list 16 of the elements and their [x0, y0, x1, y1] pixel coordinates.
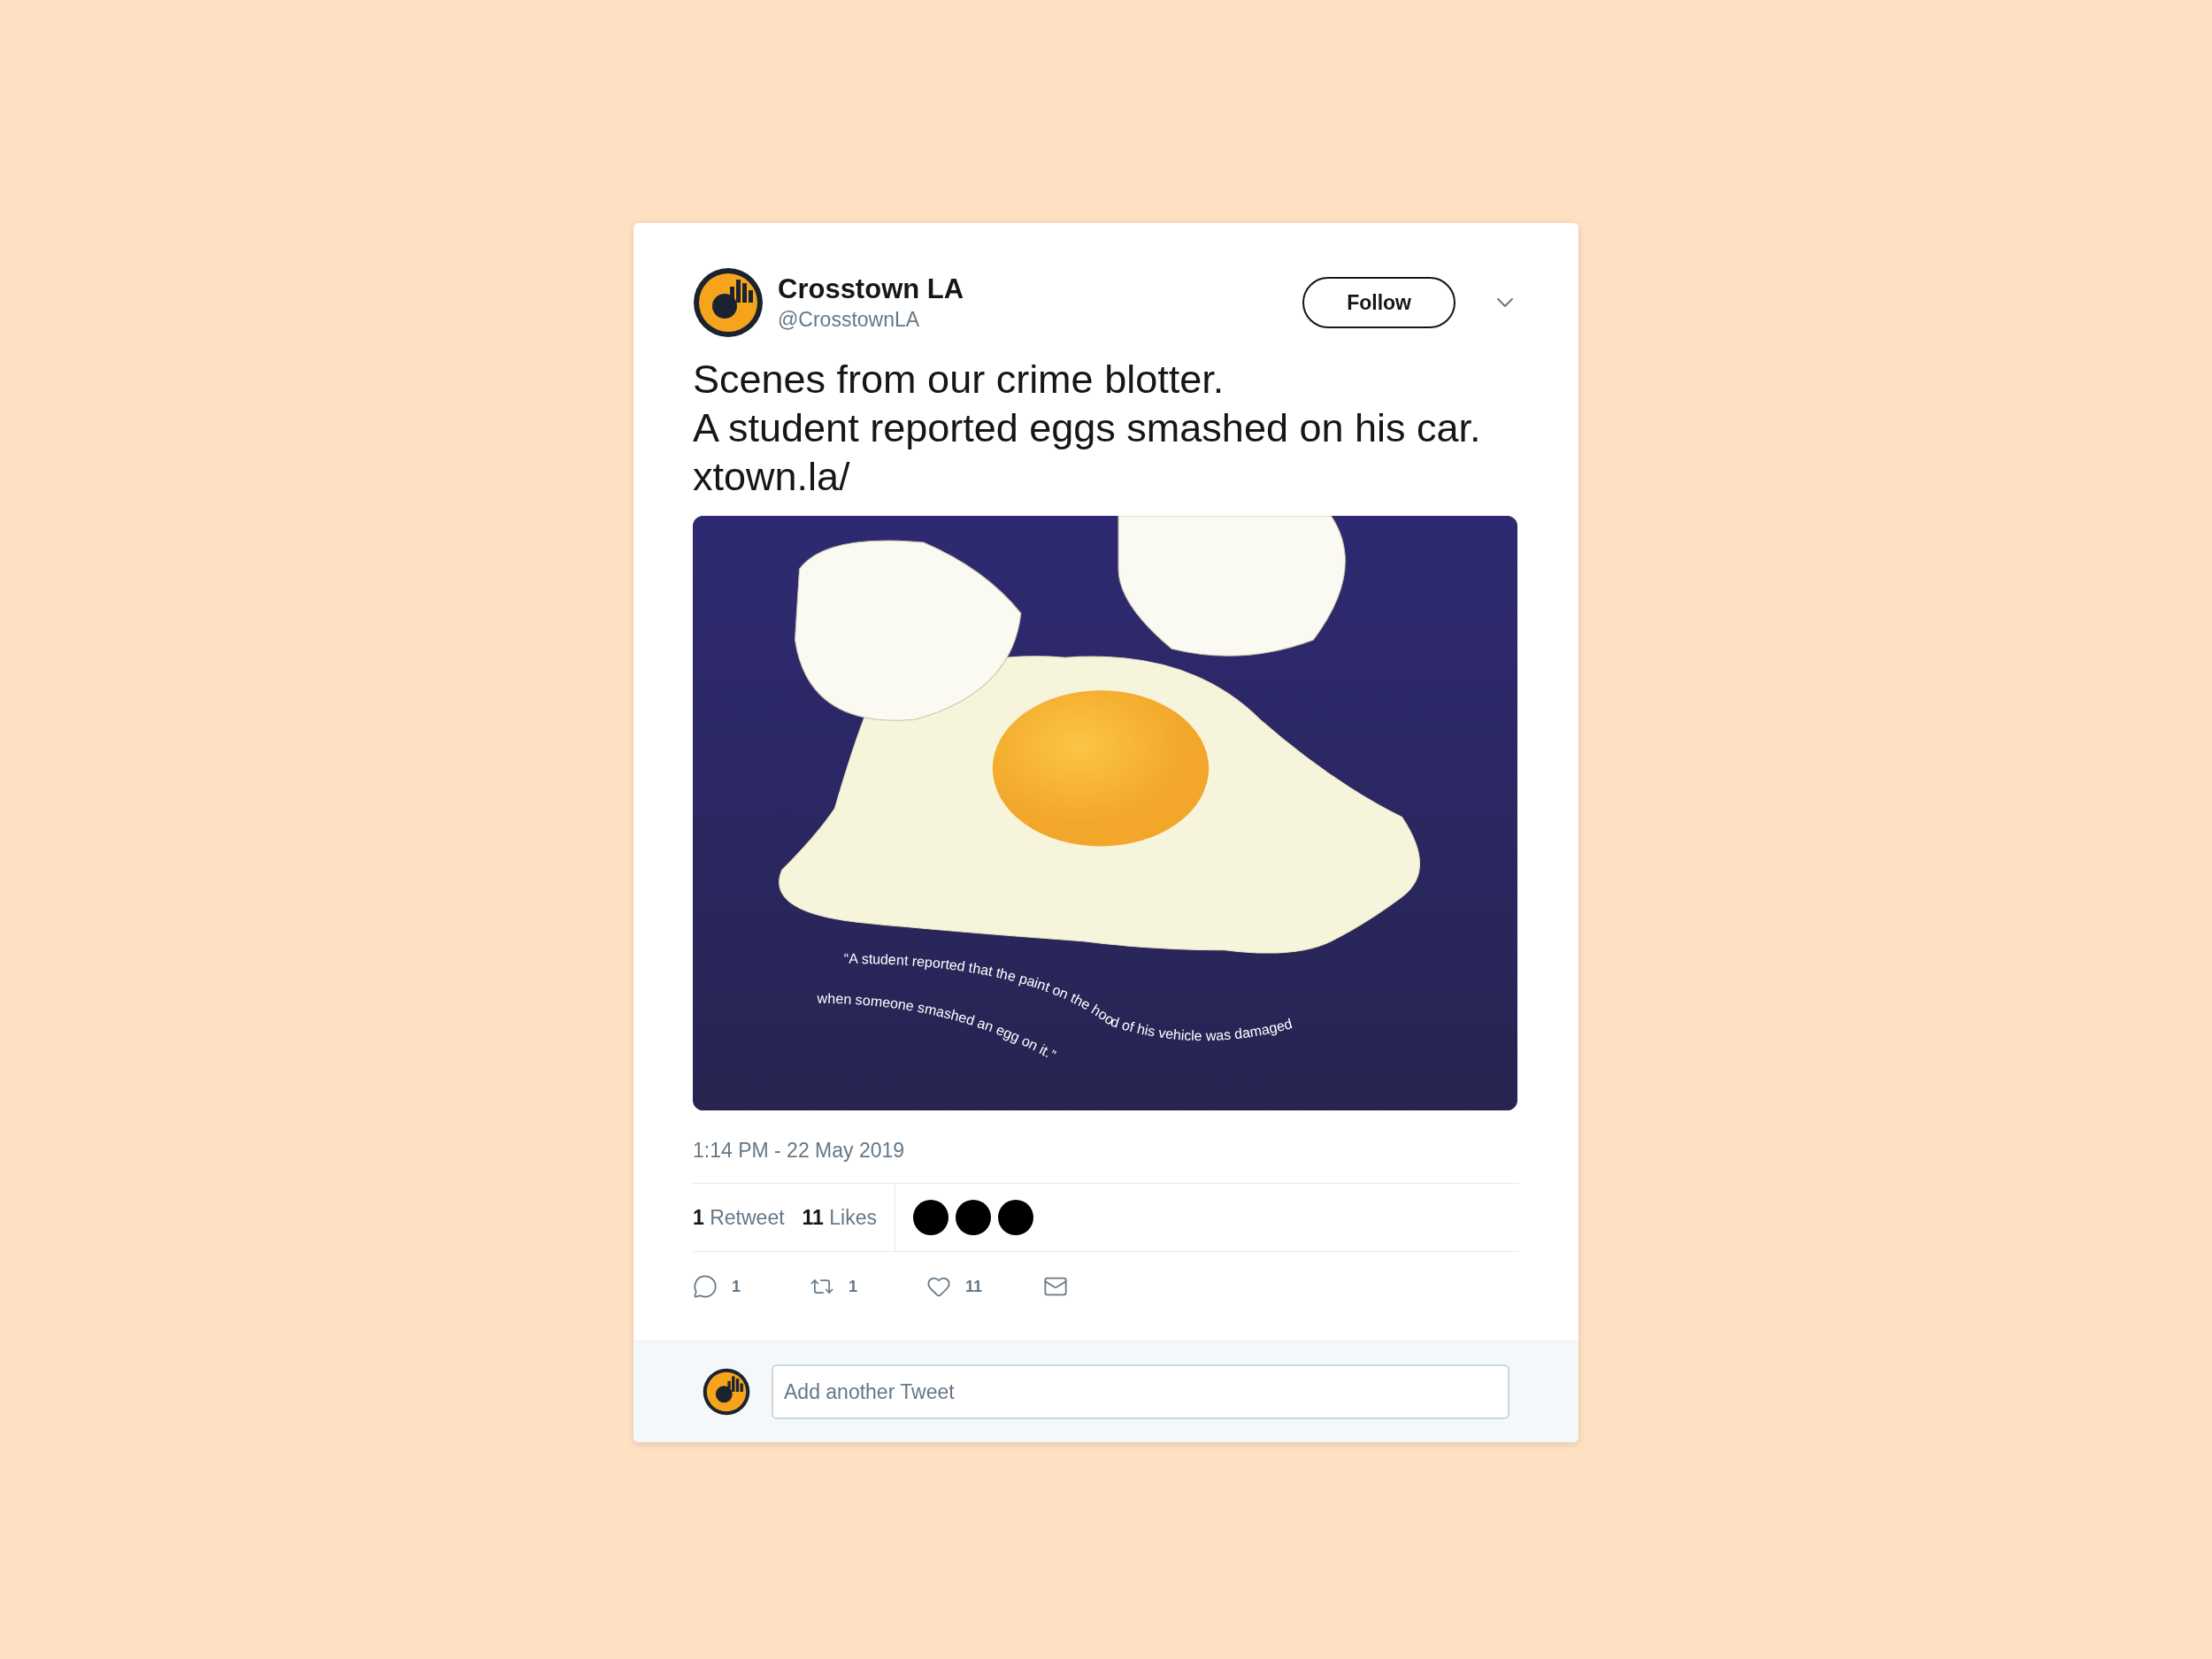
account-name[interactable]: Crosstown LA — [778, 273, 964, 307]
action-count: 1 — [732, 1276, 741, 1297]
action-count: 11 — [965, 1276, 983, 1297]
brand-logo-icon — [693, 267, 764, 338]
reply-icon[interactable] — [693, 1274, 718, 1300]
stat-link[interactable]: 11 Likes — [802, 1202, 877, 1233]
follow-button[interactable]: Follow — [1302, 277, 1455, 328]
account-handle[interactable]: @CrosstownLA — [778, 307, 964, 333]
tweet-timestamp[interactable]: 1:14 PM - 22 May 2019 — [693, 1134, 1519, 1166]
reply-input-field[interactable]: Add another Tweet — [772, 1364, 1509, 1420]
tweet-link[interactable]: xtown.la/ — [693, 452, 1519, 502]
stat-link[interactable]: 1 Retweet — [693, 1202, 785, 1233]
action-count: 1 — [849, 1276, 857, 1297]
tweet-text: Scenes from our crime blotter. — [693, 356, 1225, 403]
tweet-text: A student reported eggs smashed on his car. — [693, 403, 1482, 452]
brand-logo-icon — [703, 1368, 750, 1417]
